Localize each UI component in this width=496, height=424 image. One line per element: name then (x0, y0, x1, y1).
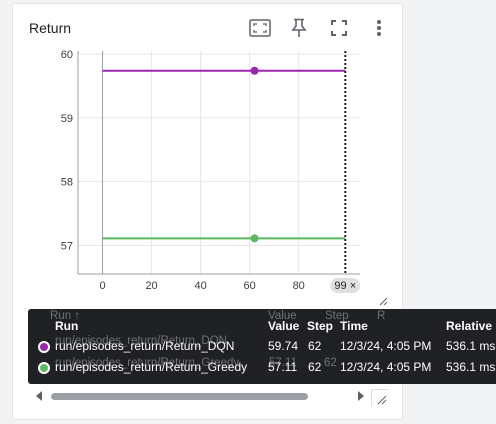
row-time: 12/3/24, 4:05 PM (340, 339, 432, 353)
y-tick-label: 58 (61, 177, 73, 189)
row-run: run/episodes_return/Return_Greedy (55, 360, 248, 374)
header-step: Step (307, 319, 334, 333)
scroll-right-icon[interactable] (357, 391, 365, 401)
row-value: 57.11 (268, 360, 298, 374)
header-time: Time (340, 319, 368, 333)
tooltip-row: run/episodes_return/Return_DQN 59.74 62 … (28, 337, 496, 357)
row-time: 12/3/24, 4:05 PM (340, 360, 432, 374)
series-color-dot (38, 362, 50, 374)
ghost-r-header: R (377, 310, 386, 322)
header-relative: Relative (446, 319, 493, 333)
row-relative: 536.1 ms (446, 339, 496, 353)
y-tick-label: 60 (61, 49, 73, 61)
series-color-dot (38, 341, 50, 353)
row-step: 62 (308, 339, 322, 353)
row-value: 59.74 (268, 339, 299, 353)
y-tick-label: 59 (61, 113, 73, 125)
header-run: Run (55, 319, 79, 333)
scroll-left-icon[interactable] (35, 391, 43, 401)
x-tick-label: 0 (99, 280, 105, 292)
x-tick-label: 20 (145, 280, 157, 292)
header-value: Value (268, 319, 300, 333)
y-tick-label: 57 (61, 240, 73, 252)
horizontal-scrollbar[interactable] (30, 388, 370, 404)
series-point (250, 234, 259, 243)
x-tick-label: 60 (244, 280, 256, 292)
tooltip-row: run/episodes_return/Return_Greedy 57.11 … (28, 358, 496, 378)
table-resize-corner[interactable] (371, 389, 389, 406)
resize-handle[interactable] (379, 297, 388, 306)
row-relative: 536.1 ms (446, 360, 496, 374)
series-point (250, 66, 259, 75)
chart-tooltip: Run ↑ Value Step R run/episodes_return/R… (28, 309, 496, 384)
x-tick-label: 40 (194, 280, 206, 292)
scrollbar-thumb[interactable] (51, 393, 308, 400)
cursor-label: 99 × (334, 280, 356, 292)
row-step: 62 (308, 360, 322, 374)
row-run: run/episodes_return/Return_DQN (55, 339, 235, 353)
x-tick-label: 80 (293, 280, 305, 292)
